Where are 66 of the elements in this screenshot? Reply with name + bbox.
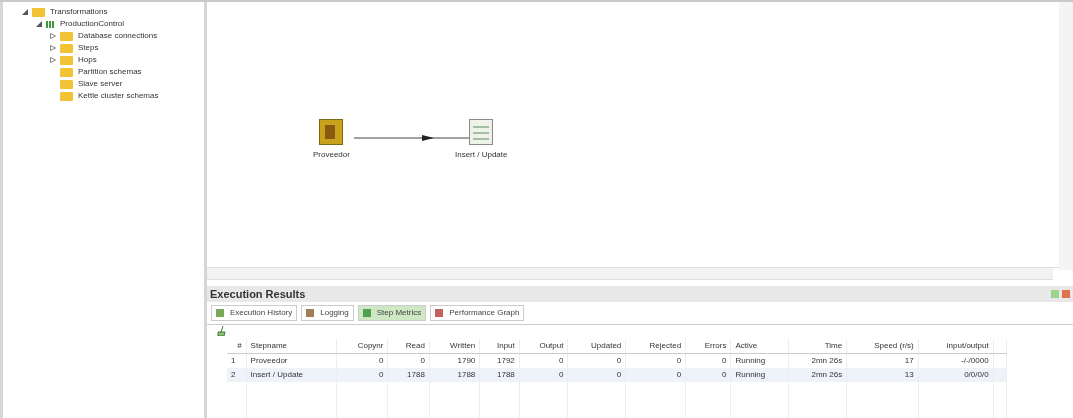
column-header: Active bbox=[730, 339, 789, 354]
column-header: # bbox=[227, 339, 247, 354]
table-cell: 1788 bbox=[479, 368, 520, 382]
horizontal-scrollbar[interactable] bbox=[207, 268, 1053, 281]
column-header: Stepname bbox=[246, 339, 337, 354]
column-header: Input bbox=[479, 339, 520, 354]
panel-title: Execution Results bbox=[210, 286, 307, 302]
table-cell: 2 bbox=[227, 368, 247, 382]
tab[interactable]: Step Metrics bbox=[357, 305, 427, 322]
folder-icon bbox=[60, 91, 73, 101]
table-cell: 2mn 26s bbox=[788, 368, 847, 382]
column-header: Time bbox=[788, 339, 847, 354]
tree-item[interactable]: Kettle cluster schemas bbox=[76, 90, 161, 102]
expand-icon[interactable] bbox=[50, 45, 56, 51]
tree-item[interactable]: Partition schemas bbox=[76, 66, 144, 78]
table-cell: Running bbox=[730, 368, 789, 382]
tab-icon bbox=[306, 309, 315, 318]
vertical-scrollbar[interactable] bbox=[1059, 2, 1073, 270]
transformation-icon bbox=[46, 19, 55, 29]
table-cell: 0 bbox=[625, 368, 686, 382]
folder-icon bbox=[60, 67, 73, 77]
tree-item[interactable]: ProductionControl bbox=[58, 18, 127, 30]
table-cell: 0 bbox=[519, 368, 568, 382]
column-header: Speed (r/s) bbox=[846, 339, 919, 354]
table-cell: 0 bbox=[685, 368, 731, 382]
table-input-icon[interactable] bbox=[319, 119, 344, 145]
step-label: Proveedor bbox=[313, 149, 350, 161]
column-header: Read bbox=[387, 339, 430, 354]
table-cell: 1788 bbox=[429, 368, 480, 382]
column-header: Copynr bbox=[336, 339, 388, 354]
folder-icon bbox=[60, 79, 73, 89]
folder-icon bbox=[60, 43, 73, 53]
tab-icon bbox=[216, 309, 224, 318]
broom-icon[interactable] bbox=[217, 326, 226, 336]
tree-item[interactable]: Transformations bbox=[48, 6, 110, 18]
collapse-icon[interactable] bbox=[36, 21, 42, 27]
tree-item[interactable]: Steps bbox=[76, 42, 101, 54]
tab[interactable]: Logging bbox=[301, 305, 354, 322]
folder-icon bbox=[60, 31, 73, 41]
insert-update-icon[interactable] bbox=[469, 119, 494, 145]
column-header: Errors bbox=[685, 339, 731, 354]
tree-item[interactable]: Database connections bbox=[76, 30, 160, 42]
tab[interactable]: Performance Graph bbox=[430, 305, 525, 322]
table-cell: 0 bbox=[567, 368, 626, 382]
column-header: Rejected bbox=[625, 339, 686, 354]
expand-icon[interactable] bbox=[50, 33, 56, 39]
tree-item[interactable]: Slave server bbox=[76, 78, 125, 90]
tab-icon bbox=[362, 309, 371, 318]
table-cell: Insert / Update bbox=[246, 368, 337, 382]
column-header: input/output bbox=[918, 339, 994, 354]
folder-icon bbox=[60, 55, 73, 65]
table-cell: 0 bbox=[336, 368, 388, 382]
column-header: Updated bbox=[567, 339, 626, 354]
table-cell: 13 bbox=[846, 368, 919, 382]
collapse-icon[interactable] bbox=[22, 9, 28, 15]
table-cell: 1788 bbox=[387, 368, 430, 382]
folder-icon bbox=[32, 7, 45, 17]
close-icon[interactable] bbox=[1062, 290, 1070, 299]
column-header: Output bbox=[519, 339, 568, 354]
tree-item[interactable]: Hops bbox=[76, 54, 99, 66]
expand-icon[interactable] bbox=[50, 57, 56, 63]
column-header: Written bbox=[429, 339, 480, 354]
tab[interactable]: Execution History bbox=[211, 305, 298, 322]
step-label: Insert / Update bbox=[455, 149, 508, 161]
table-cell: 0/0/0/0 bbox=[918, 368, 994, 382]
tab-icon bbox=[435, 309, 444, 318]
